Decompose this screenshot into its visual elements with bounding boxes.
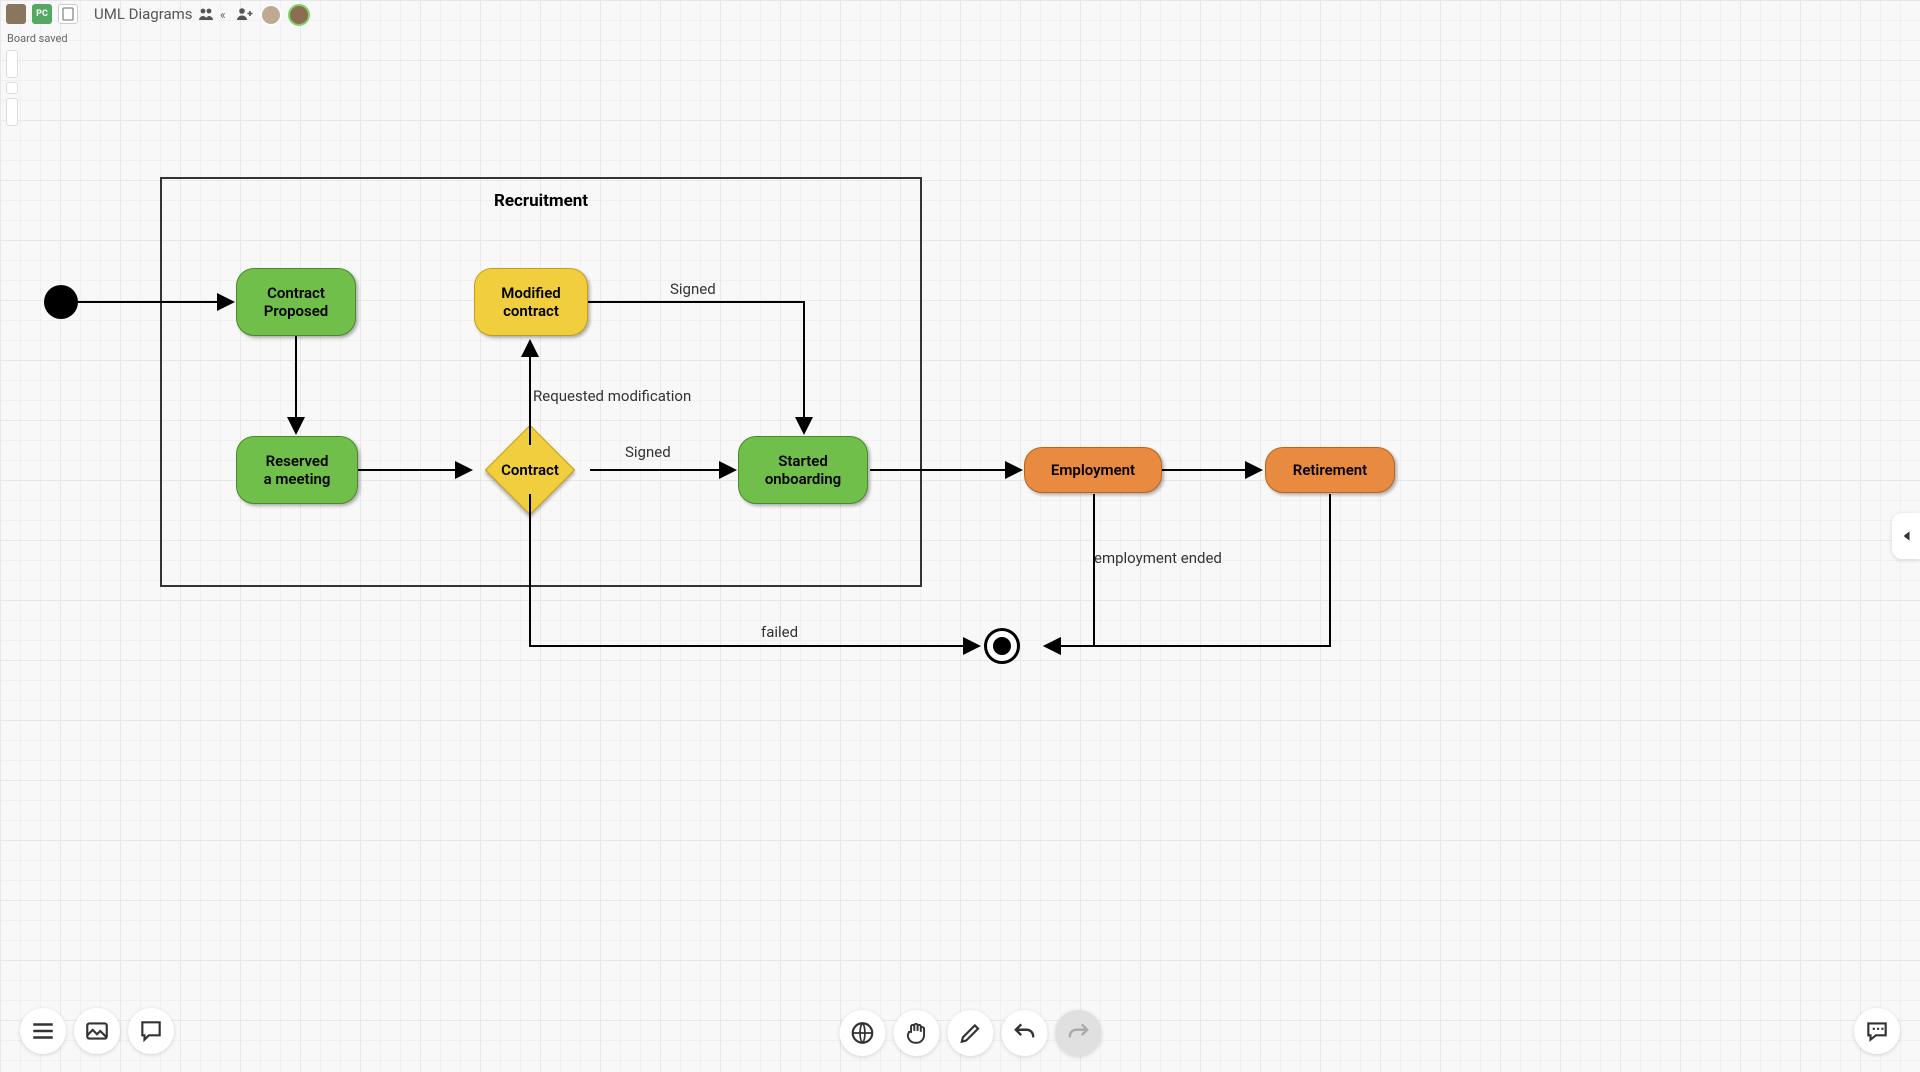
- avatar-owner[interactable]: [6, 4, 26, 24]
- mini-slot-3[interactable]: [6, 98, 18, 126]
- left-mini-toolbar: [6, 50, 18, 126]
- draw-tool[interactable]: [947, 1010, 993, 1056]
- undo-button[interactable]: [1001, 1010, 1047, 1056]
- topbar: PC UML Diagrams: [6, 4, 193, 24]
- globe-tool[interactable]: [839, 1010, 885, 1056]
- save-status: Board saved: [7, 32, 68, 45]
- collaborators-bar: «: [198, 4, 310, 26]
- chat-button[interactable]: [128, 1008, 174, 1054]
- bottom-right-toolbar: [1854, 1008, 1900, 1054]
- mini-slot-1[interactable]: [6, 50, 18, 78]
- pan-tool[interactable]: [893, 1010, 939, 1056]
- bottom-center-toolbar: [839, 1010, 1101, 1056]
- collaborator-avatar-1[interactable]: [260, 4, 282, 26]
- avatar-pc-badge[interactable]: PC: [32, 4, 52, 24]
- add-user-button[interactable]: [236, 6, 254, 25]
- right-panel-toggle[interactable]: [1892, 513, 1920, 559]
- collaborator-avatar-2[interactable]: [288, 4, 310, 26]
- mini-slot-2[interactable]: [6, 82, 18, 94]
- canvas[interactable]: Recruitment Contract Proposed Reserved a…: [0, 0, 1920, 1072]
- board-title[interactable]: UML Diagrams: [94, 5, 193, 23]
- menu-button[interactable]: [20, 1008, 66, 1054]
- collapse-icon[interactable]: «: [220, 8, 226, 22]
- edges-layer: [0, 0, 1920, 1072]
- feedback-button[interactable]: [1854, 1008, 1900, 1054]
- group-icon[interactable]: [198, 6, 214, 25]
- redo-button[interactable]: [1055, 1010, 1101, 1056]
- bottom-left-toolbar: [20, 1008, 174, 1054]
- images-button[interactable]: [74, 1008, 120, 1054]
- page-icon[interactable]: [58, 4, 78, 24]
